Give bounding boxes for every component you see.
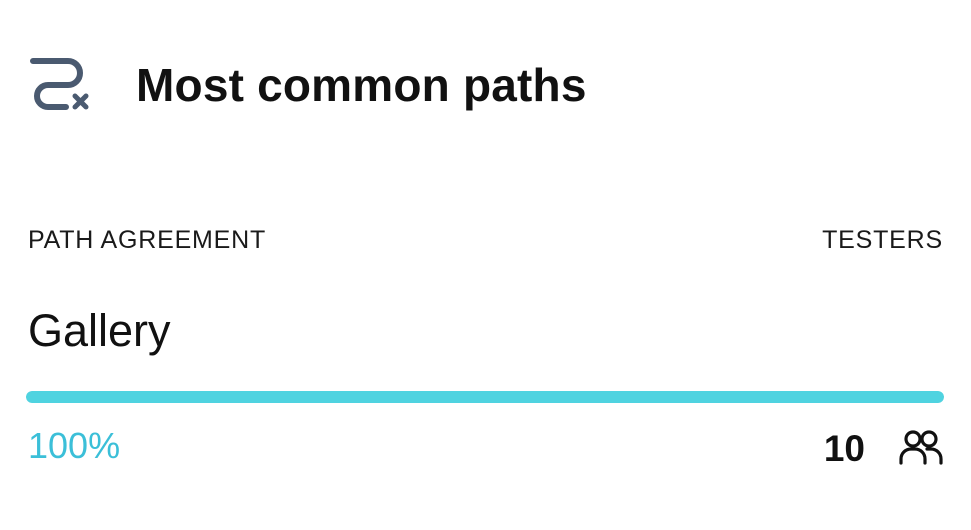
agreement-percent: 100% [28,425,121,466]
path-icon [30,58,89,110]
testers-count: 10 [823,427,865,469]
agreement-progress-fill [26,391,944,403]
path-agreement-header: PATH AGREEMENT [28,226,267,254]
people-icon [899,430,943,465]
card-title: Most common paths [136,59,587,111]
agreement-progress-bar [26,391,944,403]
testers-header: TESTERS [822,226,943,254]
column-headers: PATH AGREEMENT TESTERS [28,226,943,256]
card-header: Most common paths [28,55,587,115]
path-name: Gallery [28,305,171,356]
most-common-paths-card: Most common paths PATH AGREEMENT TESTERS… [0,0,971,530]
testers-count-group: 10 [824,428,943,468]
